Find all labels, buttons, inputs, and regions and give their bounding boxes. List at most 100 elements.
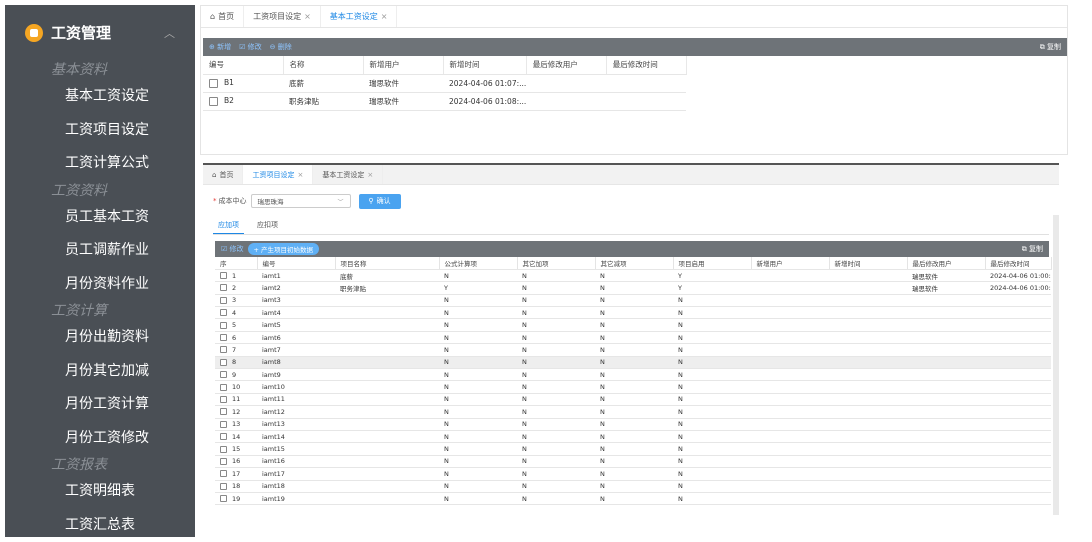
column-header[interactable]: 新增用户	[363, 56, 443, 74]
row-checkbox[interactable]	[220, 408, 227, 415]
table-cell	[335, 369, 439, 381]
chevron-up-icon[interactable]: ︿	[164, 25, 175, 41]
row-checkbox[interactable]	[220, 421, 227, 428]
tab[interactable]: 工资项目设定×	[244, 6, 321, 27]
row-checkbox[interactable]	[220, 309, 227, 316]
sidebar-item[interactable]: 工资计算公式	[5, 147, 195, 181]
table-row[interactable]: 2iamt2职务津贴YNNY瑞思软件2024-04-06 01:00:...	[215, 282, 1051, 294]
table-row[interactable]: 4iamt4NNNN	[215, 307, 1051, 319]
sidebar-header[interactable]: 工资管理 ︿	[5, 5, 195, 60]
copy-button[interactable]: ⧉ 复制	[1040, 42, 1061, 52]
table-row[interactable]: B1底薪瑞思软件2024-04-06 01:07:...	[203, 74, 686, 92]
table-cell	[907, 319, 985, 331]
cell-value: N	[522, 420, 527, 428]
tab[interactable]: 基本工资设定×	[321, 6, 398, 27]
column-header[interactable]: 最后修改时间	[606, 56, 686, 74]
confirm-button[interactable]: ⚲ 确认	[359, 194, 401, 209]
vertical-scrollbar[interactable]	[1053, 215, 1059, 515]
column-header[interactable]: 其它减项	[595, 257, 673, 269]
sidebar-item[interactable]: 月份出勤资料	[5, 321, 195, 355]
table-row[interactable]: 1iamt1底薪NNNY瑞思软件2024-04-06 01:00:...	[215, 269, 1051, 281]
row-checkbox[interactable]	[220, 297, 227, 304]
column-header[interactable]: 公式计算项	[439, 257, 517, 269]
sub-tab[interactable]: 应加项	[213, 218, 244, 234]
edit-button[interactable]: ☑ 修改	[239, 42, 262, 52]
column-header[interactable]: 最后修改用户	[526, 56, 606, 74]
table-row[interactable]: 13iamt13NNNN	[215, 418, 1051, 430]
close-icon[interactable]: ×	[304, 12, 311, 21]
copy-button[interactable]: ⧉ 复制	[1022, 244, 1043, 254]
table-row[interactable]: 17iamt17NNNN	[215, 468, 1051, 480]
table-row[interactable]: 6iamt6NNNN	[215, 331, 1051, 343]
close-icon[interactable]: ×	[297, 171, 303, 179]
row-checkbox[interactable]	[220, 359, 227, 366]
tab[interactable]: 基本工资设定×	[313, 165, 383, 184]
tab[interactable]: 工资项目设定×	[243, 165, 313, 184]
close-icon[interactable]: ×	[381, 12, 388, 21]
row-checkbox[interactable]	[220, 396, 227, 403]
table-cell	[829, 344, 907, 356]
table-row[interactable]: 7iamt7NNNN	[215, 344, 1051, 356]
sub-tab[interactable]: 应扣项	[252, 218, 283, 234]
sidebar-item[interactable]: 工资明细表	[5, 475, 195, 509]
table-row[interactable]: 11iamt11NNNN	[215, 393, 1051, 405]
table-row[interactable]: 18iamt18NNNN	[215, 480, 1051, 492]
row-checkbox[interactable]	[209, 97, 218, 106]
column-header[interactable]: 序	[215, 257, 257, 269]
sidebar-item[interactable]: 员工基本工资	[5, 201, 195, 235]
sidebar-item[interactable]: 基本工资设定	[5, 80, 195, 114]
column-header[interactable]: 编号	[257, 257, 335, 269]
sidebar-item[interactable]: 月份工资计算	[5, 388, 195, 422]
table-row[interactable]: 8iamt8NNNN	[215, 356, 1051, 368]
row-checkbox[interactable]	[220, 346, 227, 353]
table-row[interactable]: 14iamt14NNNN	[215, 430, 1051, 442]
column-header[interactable]: 项目名称	[335, 257, 439, 269]
row-checkbox[interactable]	[220, 470, 227, 477]
table-row[interactable]: 9iamt9NNNN	[215, 369, 1051, 381]
column-header[interactable]: 名称	[283, 56, 363, 74]
column-header[interactable]: 最后修改用户	[907, 257, 985, 269]
table-row[interactable]: B2职务津贴瑞思软件2024-04-06 01:08:...	[203, 92, 686, 110]
generate-initial-data-button[interactable]: + 产生项目初始数据	[248, 243, 320, 255]
row-checkbox[interactable]	[220, 433, 227, 440]
column-header[interactable]: 其它加项	[517, 257, 595, 269]
column-header[interactable]: 项目启用	[673, 257, 751, 269]
row-checkbox[interactable]	[220, 495, 227, 502]
row-checkbox[interactable]	[220, 272, 227, 279]
sidebar-item[interactable]: 员工调薪作业	[5, 234, 195, 268]
row-checkbox[interactable]	[220, 334, 227, 341]
column-header[interactable]: 编号	[203, 56, 283, 74]
row-checkbox[interactable]	[209, 79, 218, 88]
tab[interactable]: ⌂首页	[203, 165, 243, 184]
table-row[interactable]: 16iamt16NNNN	[215, 455, 1051, 467]
column-header[interactable]: 新增时间	[829, 257, 907, 269]
tab[interactable]: ⌂首页	[201, 6, 244, 27]
table-row[interactable]: 5iamt5NNNN	[215, 319, 1051, 331]
sidebar-item[interactable]: 月份工资修改	[5, 422, 195, 456]
sidebar-item[interactable]: 月份其它加减	[5, 355, 195, 389]
row-checkbox[interactable]	[220, 322, 227, 329]
table-row[interactable]: 3iamt3NNNN	[215, 294, 1051, 306]
row-checkbox[interactable]	[220, 446, 227, 453]
table-row[interactable]: 19iamt19NNNN	[215, 492, 1051, 504]
row-checkbox[interactable]	[220, 458, 227, 465]
cost-center-select[interactable]: 瑞思珠海 ﹀	[251, 194, 351, 208]
sidebar-item[interactable]: 月份资料作业	[5, 268, 195, 302]
row-checkbox[interactable]	[220, 284, 227, 291]
column-header[interactable]: 新增用户	[751, 257, 829, 269]
row-checkbox[interactable]	[220, 371, 227, 378]
add-button[interactable]: ⊕ 新增	[209, 42, 231, 52]
close-icon[interactable]: ×	[367, 171, 373, 179]
table-cell	[751, 369, 829, 381]
row-checkbox[interactable]	[220, 483, 227, 490]
table-row[interactable]: 12iamt12NNNN	[215, 406, 1051, 418]
table-row[interactable]: 15iamt15NNNN	[215, 443, 1051, 455]
delete-button[interactable]: ⊖ 删除	[270, 42, 292, 52]
table-row[interactable]: 10iamt10NNNN	[215, 381, 1051, 393]
column-header[interactable]: 新增时间	[443, 56, 526, 74]
column-header[interactable]: 最后修改时间	[985, 257, 1051, 269]
sidebar-item[interactable]: 工资项目设定	[5, 114, 195, 148]
sidebar-item[interactable]: 工资汇总表	[5, 509, 195, 542]
row-checkbox[interactable]	[220, 384, 227, 391]
edit-button[interactable]: ☑ 修改	[221, 244, 244, 254]
